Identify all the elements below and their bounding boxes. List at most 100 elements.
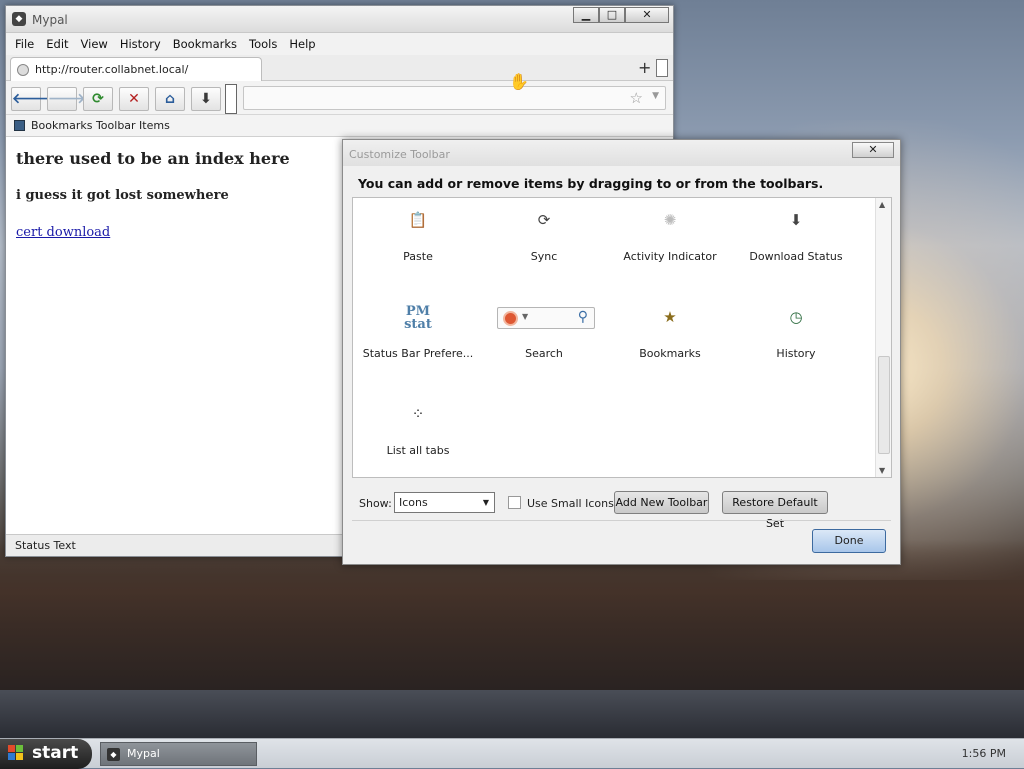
bookmarks-toolbar-icon [14,120,25,131]
start-label: start [32,743,79,763]
dialog-title: Customize Toolbar [349,148,450,161]
dialog-close-button[interactable]: ✕ [852,142,894,158]
menu-help[interactable]: Help [289,37,315,51]
history-icon: ◷ [789,308,803,326]
magnifier-icon: ⚲ [577,309,588,325]
search-box-preview: ▼ ⚲ [497,307,595,329]
wallpaper-water [0,690,1024,740]
palette-item-label: Search [525,347,563,360]
menu-history[interactable]: History [120,37,161,51]
palette-item-status-bar-preferences[interactable]: PM stat Status Bar Prefere... [355,295,481,385]
palette-item-label: Bookmarks [639,347,701,360]
tab-router[interactable]: http://router.collabnet.local/ [10,57,262,81]
cert-download-link[interactable]: cert download [16,225,110,240]
palette-item-activity-indicator[interactable]: ✺ Activity Indicator [607,198,733,288]
sync-icon: ⟳ [537,211,551,229]
toolbar-separator [225,84,237,114]
stat-text: stat [404,317,432,332]
scrollbar-thumb[interactable] [878,356,890,454]
done-button[interactable]: Done [812,529,886,553]
scroll-down-icon[interactable]: ▼ [879,466,885,475]
tab-list-button[interactable] [656,59,668,77]
palette-item-label: History [776,347,816,360]
toolbar-item-palette: 📋 Paste ⟳ Sync ✺ Activity Indicator ⬇ Do… [352,197,892,478]
palette-item-label: Paste [403,250,433,263]
show-select[interactable]: Icons ▼ [394,492,495,513]
address-bar[interactable]: ☆ ▼ [243,86,666,110]
hand-cursor-icon: ✋ [509,72,529,91]
back-button[interactable]: 🡐 [11,87,50,111]
dialog-controls: Show: Icons ▼ Use Small Icons Add New To… [343,490,900,530]
minimize-button[interactable]: ▁ [573,7,599,23]
menu-bar: File Edit View History Bookmarks Tools H… [6,33,673,55]
forward-arrow-icon: 🡒 [48,91,86,107]
home-button[interactable]: ⌂ [155,87,185,111]
stop-button[interactable]: ✕ [119,87,149,111]
add-new-toolbar-button[interactable]: Add New Toolbar [614,491,709,514]
bookmarks-toolbar: Bookmarks Toolbar Items [6,115,673,137]
engine-dropdown-icon: ▼ [522,312,529,321]
dialog-instructions: You can add or remove items by dragging … [358,176,824,191]
scroll-up-icon[interactable]: ▲ [879,200,885,209]
palette-item-label: List all tabs [386,444,450,457]
back-arrow-icon: 🡐 [12,91,50,107]
status-bar-preferences-icon: PM stat [355,305,481,332]
stop-icon: ✕ [128,91,140,107]
palette-scrollbar[interactable]: ▲ ▼ [875,198,891,477]
tab-strip: http://router.collabnet.local/ + [6,55,673,81]
palette-item-history[interactable]: ◷ History [733,295,859,385]
list-all-tabs-icon: ⁘ [411,405,425,423]
bookmarks-toolbar-label: Bookmarks Toolbar Items [31,119,170,132]
use-small-icons-label[interactable]: Use Small Icons [527,497,614,510]
close-button[interactable]: ✕ [625,7,669,23]
show-select-value: Icons [399,496,428,509]
dialog-divider [352,520,891,521]
reload-icon: ⟳ [92,91,104,107]
forward-button[interactable]: 🡒 [47,87,86,111]
palette-item-label: Activity Indicator [623,250,717,263]
show-label: Show: [359,497,392,510]
taskbar-item-label: Mypal [127,747,160,760]
bookmark-star-icon[interactable]: ☆ [630,89,643,107]
menu-edit[interactable]: Edit [46,37,68,51]
use-small-icons-checkbox[interactable] [508,496,521,509]
download-status-icon: ⬇ [789,211,803,229]
globe-icon [17,63,29,76]
windows-flag-icon [8,745,24,761]
url-dropdown-icon[interactable]: ▼ [652,91,659,101]
restore-default-set-button[interactable]: Restore Default Set [722,491,828,530]
palette-item-label: Status Bar Prefere... [362,347,474,360]
tab-label: http://router.collabnet.local/ [35,63,189,76]
home-icon: ⌂ [164,91,176,107]
window-title: Mypal [32,13,68,27]
menu-view[interactable]: View [81,37,108,51]
navigation-toolbar: 🡐 🡒 ⟳ ✕ ⌂ ⬇ ☆ ▼ [6,81,673,115]
menu-file[interactable]: File [15,37,34,51]
menu-bookmarks[interactable]: Bookmarks [173,37,237,51]
palette-item-download-status[interactable]: ⬇ Download Status [733,198,859,288]
customize-toolbar-dialog: Customize Toolbar ✕ You can add or remov… [342,139,901,565]
menu-tools[interactable]: Tools [249,37,277,51]
palette-item-list-all-tabs[interactable]: ⁘ List all tabs [355,392,481,477]
mypal-app-icon: ◆ [12,12,26,26]
mypal-taskbar-icon: ◆ [107,748,120,761]
dialog-titlebar[interactable]: Customize Toolbar ✕ [343,140,900,166]
bookmarks-icon: ★ [663,308,677,326]
chevron-down-icon: ▼ [482,498,489,507]
start-button[interactable]: start [0,739,92,769]
palette-item-label: Download Status [749,250,843,263]
palette-item-search[interactable]: ▼ ⚲ Search [481,295,607,385]
system-clock: 1:56 PM [961,747,1006,760]
taskbar-item-mypal[interactable]: ◆ Mypal [100,742,257,766]
palette-item-bookmarks[interactable]: ★ Bookmarks [607,295,733,385]
paste-icon: 📋 [408,211,428,229]
new-tab-button[interactable]: + [638,60,651,76]
palette-item-paste[interactable]: 📋 Paste [355,198,481,288]
downloads-button[interactable]: ⬇ [191,87,221,111]
reload-button[interactable]: ⟳ [83,87,113,111]
browser-titlebar[interactable]: ◆ Mypal ▁ □ ✕ [6,6,673,33]
duckduckgo-icon [503,311,518,326]
maximize-button[interactable]: □ [599,7,625,23]
palette-item-sync[interactable]: ⟳ Sync [481,198,607,288]
download-arrow-icon: ⬇ [200,91,212,107]
